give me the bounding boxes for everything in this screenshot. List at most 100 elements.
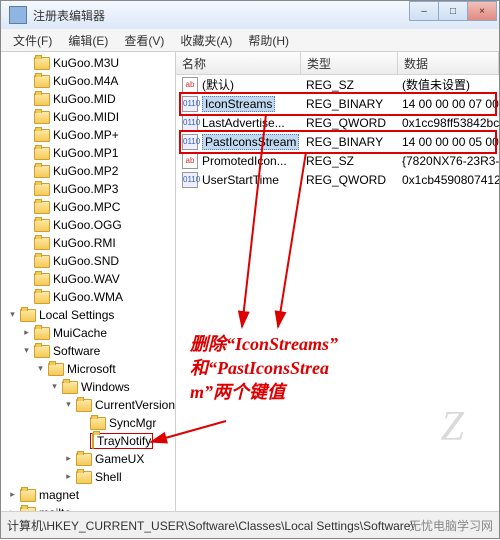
folder-icon [34, 165, 50, 178]
tree-item[interactable]: KuGoo.M4A [1, 72, 175, 90]
menu-item[interactable]: 编辑(E) [60, 32, 116, 49]
value-type: REG_QWORD [300, 116, 396, 130]
tree-item[interactable]: ▸ MuiCache [1, 324, 175, 342]
expand-icon[interactable]: ▾ [21, 346, 32, 357]
tree-label: KuGoo.SND [53, 254, 119, 268]
folder-icon [34, 111, 50, 124]
expand-icon[interactable] [21, 148, 32, 159]
folder-icon [90, 417, 106, 430]
close-button[interactable]: × [467, 1, 497, 21]
tree-label: KuGoo.MIDI [53, 110, 119, 124]
tree-pane[interactable]: KuGoo.M3U KuGoo.M4A KuGoo.MID KuGoo.MIDI KuG… [1, 52, 176, 511]
menu-item[interactable]: 收藏夹(A) [172, 32, 240, 49]
tree-item[interactable]: ▾Local Settings [1, 306, 175, 324]
tree-item[interactable]: KuGoo.MP+ [1, 126, 175, 144]
expand-icon[interactable] [21, 58, 32, 69]
folder-icon [76, 399, 92, 412]
col-name[interactable]: 名称 [176, 52, 301, 74]
tree-label: SyncMgr [109, 416, 156, 430]
status-path: 计算机\HKEY_CURRENT_USER\Software\Classes\L… [7, 517, 414, 534]
expand-icon[interactable] [21, 238, 32, 249]
minimize-button[interactable]: – [409, 1, 439, 21]
list-row[interactable]: abPromotedIcon...REG_SZ{7820NX76-23R3-4 [176, 151, 499, 170]
folder-icon [34, 255, 50, 268]
tree-item[interactable]: KuGoo.RMI [1, 234, 175, 252]
maximize-button[interactable]: □ [438, 1, 468, 21]
expand-icon[interactable] [21, 130, 32, 141]
folder-icon [34, 273, 50, 286]
tree-item[interactable]: KuGoo.MP3 [1, 180, 175, 198]
expand-icon[interactable] [21, 94, 32, 105]
list-row[interactable]: 0110UserStartTimeREG_QWORD0x1cb459080741… [176, 170, 499, 189]
expand-icon[interactable] [21, 202, 32, 213]
menu-item[interactable]: 文件(F) [5, 32, 60, 49]
tree-item[interactable]: ▸Shell [1, 468, 175, 486]
expand-icon[interactable]: ▾ [7, 310, 18, 321]
expand-icon[interactable] [21, 76, 32, 87]
tree-item[interactable]: SyncMgr [1, 414, 175, 432]
titlebar[interactable]: 注册表编辑器 – □ × [1, 1, 499, 29]
expand-icon[interactable]: ▾ [35, 364, 46, 375]
tree-item[interactable]: ▾CurrentVersion [1, 396, 175, 414]
expand-icon[interactable] [21, 184, 32, 195]
expand-icon[interactable] [21, 166, 32, 177]
tree-item[interactable]: TrayNotify [1, 432, 175, 450]
list-row[interactable]: 0110IconStreamsREG_BINARY14 00 00 00 07 … [176, 94, 499, 113]
tree-item[interactable]: ▾Windows [1, 378, 175, 396]
expand-icon[interactable] [21, 256, 32, 267]
tree-item[interactable]: KuGoo.OGG [1, 216, 175, 234]
tree-label: TrayNotify [97, 434, 151, 448]
tree-item[interactable]: KuGoo.SND [1, 252, 175, 270]
expand-icon[interactable] [21, 112, 32, 123]
string-icon: ab [182, 77, 198, 93]
folder-icon [34, 183, 50, 196]
tree-item[interactable]: KuGoo.MP1 [1, 144, 175, 162]
value-name: PastIconsStream [202, 134, 299, 150]
list-row[interactable]: ab(默认)REG_SZ(数值未设置) [176, 75, 499, 94]
folder-icon [62, 381, 78, 394]
tree-item[interactable]: ▸mailto [1, 504, 175, 511]
value-name: LastAdvertise... [202, 116, 285, 130]
expand-icon[interactable] [77, 418, 88, 429]
col-data[interactable]: 数据 [398, 52, 499, 74]
tree-item[interactable]: ▸ GameUX [1, 450, 175, 468]
tree-item[interactable]: KuGoo.WAV [1, 270, 175, 288]
list-row[interactable]: 0110PastIconsStreamREG_BINARY14 00 00 00… [176, 132, 499, 151]
folder-icon [76, 471, 92, 484]
value-data: 14 00 00 00 07 00 [396, 97, 499, 111]
tree-item[interactable]: KuGoo.MIDI [1, 108, 175, 126]
tree-item[interactable]: KuGoo.WMA [1, 288, 175, 306]
col-type[interactable]: 类型 [301, 52, 398, 74]
expand-icon[interactable]: ▸ [63, 454, 74, 465]
app-icon [9, 6, 27, 24]
list-pane[interactable]: 名称 类型 数据 ab(默认)REG_SZ(数值未设置)0110IconStre… [176, 52, 499, 511]
expand-icon[interactable] [21, 292, 32, 303]
expand-icon[interactable]: ▾ [63, 400, 74, 411]
tree-item[interactable]: KuGoo.MP2 [1, 162, 175, 180]
tree-item[interactable]: ▾Microsoft [1, 360, 175, 378]
tree-label: GameUX [95, 452, 144, 466]
expand-icon[interactable]: ▸ [7, 490, 18, 501]
expand-icon[interactable]: ▾ [49, 382, 60, 393]
binary-icon: 0110 [182, 96, 198, 112]
list-row[interactable]: 0110LastAdvertise...REG_QWORD0x1cc98ff53… [176, 113, 499, 132]
menu-item[interactable]: 查看(V) [116, 32, 172, 49]
tree-item[interactable]: KuGoo.MID [1, 90, 175, 108]
tree-label: KuGoo.M3U [53, 56, 119, 70]
expand-icon[interactable]: ▸ [63, 472, 74, 483]
expand-icon[interactable] [77, 436, 88, 447]
expand-icon[interactable] [21, 274, 32, 285]
folder-icon [48, 363, 64, 376]
tree-item[interactable]: ▸magnet [1, 486, 175, 504]
tree-item[interactable]: KuGoo.MPC [1, 198, 175, 216]
tree-item[interactable]: KuGoo.M3U [1, 54, 175, 72]
menu-item[interactable]: 帮助(H) [240, 32, 297, 49]
expand-icon[interactable]: ▸ [21, 328, 32, 339]
tree-label: MuiCache [53, 326, 107, 340]
tree-label: KuGoo.M4A [53, 74, 118, 88]
value-data: 14 00 00 00 05 00 [396, 135, 499, 149]
binary-icon: 0110 [182, 115, 198, 131]
tree-item[interactable]: ▾Software [1, 342, 175, 360]
expand-icon[interactable] [21, 220, 32, 231]
tree-label: KuGoo.RMI [53, 236, 116, 250]
